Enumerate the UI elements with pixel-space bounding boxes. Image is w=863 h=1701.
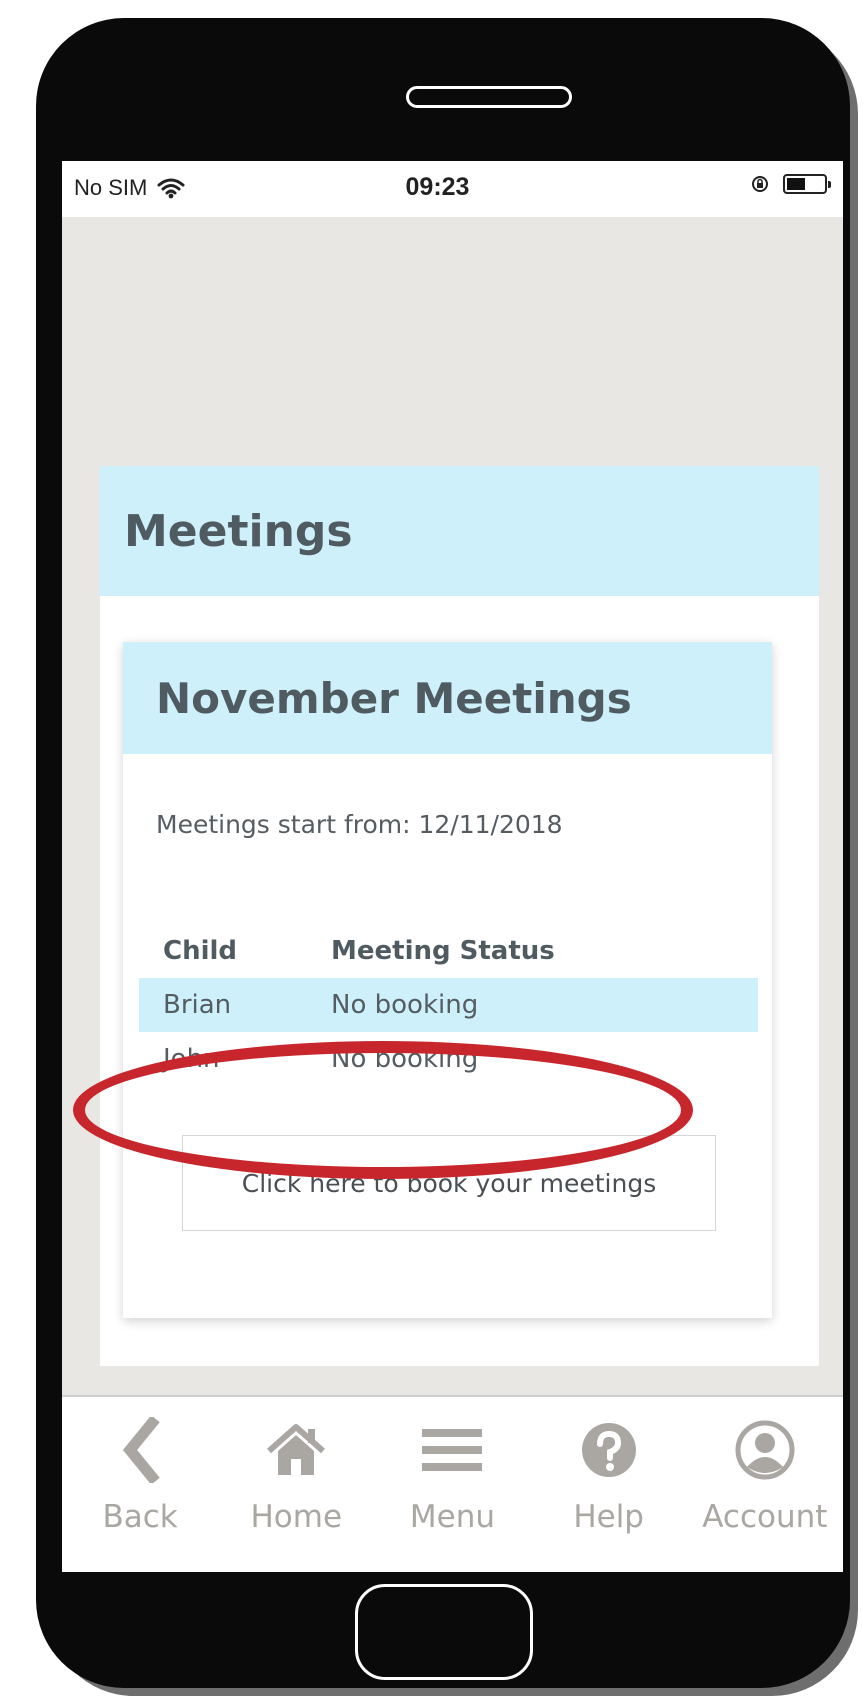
- nav-label: Help: [573, 1499, 644, 1535]
- nav-label: Back: [102, 1499, 178, 1535]
- meetings-header: Meetings: [100, 466, 819, 596]
- phone-speaker: [406, 86, 572, 108]
- meeting-status-table: Child Meeting Status Brian No booking Jo…: [139, 924, 758, 1086]
- user-icon: [735, 1420, 795, 1480]
- nav-home[interactable]: Home: [226, 1417, 366, 1535]
- page-title: Meetings: [124, 505, 353, 557]
- phone-screen: No SIM 09:23 Meetings November Meetings …: [62, 161, 843, 1572]
- meeting-status: No booking: [331, 1044, 479, 1074]
- status-icons: [751, 174, 831, 194]
- table-row: Brian No booking: [139, 978, 758, 1032]
- clock: 09:23: [405, 173, 470, 201]
- meeting-status: No booking: [331, 978, 758, 1032]
- rotation-lock-icon: [752, 176, 768, 192]
- november-meetings-card: November Meetings Meetings start from: 1…: [123, 642, 772, 1318]
- nav-account[interactable]: Account: [695, 1417, 835, 1535]
- phone-home-button[interactable]: [355, 1584, 533, 1680]
- nav-menu[interactable]: Menu: [382, 1417, 522, 1535]
- meetings-start-text: Meetings start from: 12/11/2018: [156, 810, 563, 839]
- nav-help[interactable]: Help: [539, 1417, 679, 1535]
- nav-label: Menu: [409, 1499, 496, 1535]
- card-header: November Meetings: [123, 642, 772, 754]
- column-header-child: Child: [163, 936, 238, 966]
- battery-icon: [783, 174, 831, 194]
- table-header-row: Child Meeting Status: [139, 924, 758, 978]
- house-icon: [267, 1424, 326, 1475]
- table-row: John No booking: [139, 1032, 758, 1086]
- nav-label: Account: [702, 1499, 828, 1535]
- bottom-navigation: Back Home Menu Help Account: [62, 1395, 843, 1572]
- child-name: Brian: [139, 978, 331, 1032]
- nav-label: Home: [250, 1499, 343, 1535]
- hamburger-icon: [422, 1429, 483, 1471]
- child-name: John: [163, 1044, 220, 1074]
- question-icon: [581, 1423, 636, 1477]
- chevron-left-icon: [122, 1417, 160, 1483]
- nav-back[interactable]: Back: [70, 1417, 210, 1535]
- meetings-panel: Meetings November Meetings Meetings star…: [100, 466, 819, 1366]
- book-meetings-button[interactable]: Click here to book your meetings: [182, 1135, 716, 1231]
- column-header-status: Meeting Status: [331, 936, 555, 966]
- status-bar: No SIM 09:23: [62, 161, 843, 217]
- card-title: November Meetings: [156, 673, 632, 723]
